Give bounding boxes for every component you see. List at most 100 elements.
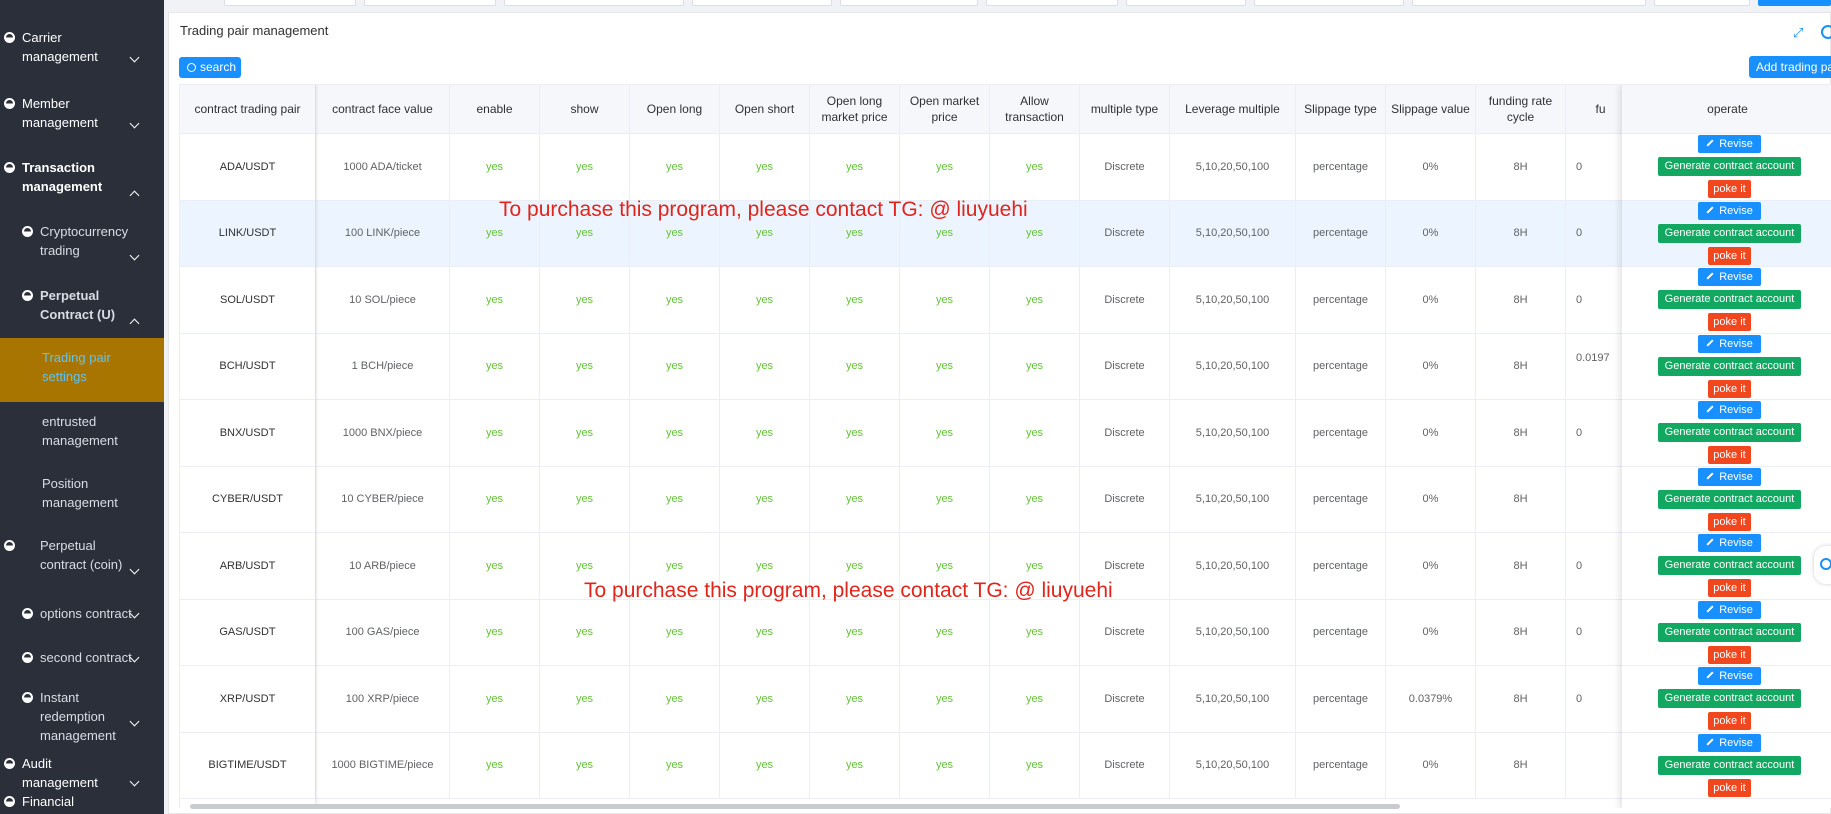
sidebar-item[interactable]: Carrier management [0,18,164,78]
revise-button[interactable]: Revise [1698,201,1761,220]
tab[interactable] [224,0,356,6]
funding-cycle-cell: 8H [1476,134,1566,200]
enable-cell: yes [450,333,540,399]
revise-button[interactable]: Revise [1698,135,1761,153]
search-icon[interactable] [1821,25,1831,39]
pair-cell: GAS/USDT [180,599,316,665]
table-row[interactable]: BCH/USDT 1 BCH/piece yes yes yes yes yes yes yes… [180,333,1831,400]
revise-label: Revise [1719,537,1753,549]
search-icon [187,63,196,72]
tab[interactable] [1654,0,1750,6]
revise-button[interactable]: Revise [1698,600,1761,619]
table-row[interactable]: ADA/USDT 1000 ADA/ticket yes yes yes yes yes ye… [180,134,1831,201]
sidebar-item-label: Member management [22,96,98,130]
sidebar-item[interactable]: Position management [0,464,164,526]
sidebar-item[interactable]: Cryptocurrency trading [0,212,164,276]
generate-contract-account-button[interactable]: Generate contract account [1658,689,1801,708]
help-icon [1820,558,1831,570]
open-market-cell: yes [900,134,990,200]
open-short-cell: yes [720,134,810,200]
generate-contract-account-button[interactable]: Generate contract account [1658,489,1801,509]
table-row[interactable]: SOL/USDT 10 SOL/piece yes yes yes yes yes yes ye… [180,267,1831,334]
table-row[interactable]: GAS/USDT 100 GAS/piece yes yes yes yes yes yes y… [180,599,1831,666]
floating-helper[interactable] [1814,546,1831,584]
poke-button[interactable]: poke it [1708,379,1751,398]
search-button[interactable]: search [179,57,241,78]
tab-active[interactable] [1758,0,1831,6]
generate-contract-account-button[interactable]: Generate contract account [1658,423,1801,442]
revise-button[interactable]: Revise [1698,534,1761,552]
sidebar-item[interactable]: second contract [0,634,164,678]
table-row[interactable]: XRP/USDT 100 XRP/piece yes yes yes yes yes yes y… [180,666,1831,733]
sidebar-item-label: Transaction management [22,160,103,194]
show-cell: yes [540,599,630,665]
tab[interactable] [504,0,684,6]
allow-transaction-cell: yes [990,134,1080,200]
sidebar-item[interactable]: Transaction management [0,148,164,212]
poke-button[interactable]: poke it [1708,313,1751,331]
tab[interactable] [692,0,832,6]
generate-contract-account-button[interactable]: Generate contract account [1658,356,1801,376]
generate-contract-account-button[interactable]: Generate contract account [1658,622,1801,642]
funding-cycle-cell: 8H [1476,599,1566,665]
tab[interactable] [1126,0,1246,6]
open-market-cell: yes [900,732,990,798]
poke-button[interactable]: poke it [1708,579,1751,597]
generate-contract-account-button[interactable]: Generate contract account [1658,755,1801,775]
funding-cycle-cell: 8H [1476,466,1566,532]
fullscreen-icon[interactable]: ⤢ [1793,26,1805,39]
tab[interactable] [840,0,978,6]
menu-circle-icon [22,692,33,703]
poke-button[interactable]: poke it [1708,446,1751,464]
column-header: show [540,85,630,134]
poke-button[interactable]: poke it [1708,246,1751,265]
column-header: Open long market price [810,85,900,134]
revise-button[interactable]: Revise [1698,667,1761,685]
add-trading-pair-button[interactable]: Add trading pair [1749,56,1831,78]
sidebar-item[interactable]: Financial [0,786,164,814]
poke-button[interactable]: poke it [1708,512,1751,531]
table-row[interactable]: CYBER/USDT 10 CYBER/piece yes yes yes yes yes y… [180,466,1831,533]
leverage-cell: 5,10,20,50,100 [1170,200,1296,266]
operate-cell: Revise Generate contract account poke it [1622,400,1831,467]
tab[interactable] [986,0,1118,6]
sidebar-item[interactable]: Perpetual Contract (U) [0,276,164,340]
generate-contract-account-button[interactable]: Generate contract account [1658,157,1801,176]
revise-button[interactable]: Revise [1698,401,1761,419]
sidebar-item[interactable]: options contract [0,590,164,634]
sidebar-item[interactable]: Perpetual contract (coin) [0,526,164,590]
edit-icon [1706,737,1714,746]
funding-cycle-cell: 8H [1476,666,1566,732]
revise-button[interactable]: Revise [1698,467,1761,486]
poke-button[interactable]: poke it [1708,180,1751,198]
poke-button[interactable]: poke it [1708,645,1751,664]
generate-contract-account-button[interactable]: Generate contract account [1658,223,1801,243]
tab[interactable] [1412,0,1646,6]
generate-contract-account-button[interactable]: Generate contract account [1658,556,1801,575]
sidebar-item[interactable]: Member management [0,84,164,144]
poke-button[interactable]: poke it [1708,778,1751,797]
pair-cell: ARB/USDT [180,533,316,599]
sidebar-item[interactable]: entrusted management [0,402,164,464]
sidebar-item[interactable]: Trading pair settings [0,338,164,402]
generate-contract-account-button[interactable]: Generate contract account [1658,290,1801,309]
column-header: Open market price [900,85,990,134]
tab[interactable] [1254,0,1404,6]
table-row[interactable]: BNX/USDT 1000 BNX/piece yes yes yes yes yes yes… [180,400,1831,467]
open-market-cell: yes [900,666,990,732]
table-row[interactable]: BIGTIME/USDT 1000 BIGTIME/piece yes yes yes y… [180,732,1831,799]
slippage-value-cell: 0% [1386,400,1476,466]
revise-button[interactable]: Revise [1698,268,1761,286]
column-header: Allow transaction [990,85,1080,134]
slippage-value-cell: 0% [1386,466,1476,532]
open-short-cell: yes [720,599,810,665]
revise-button[interactable]: Revise [1698,334,1761,353]
open-short-cell: yes [720,666,810,732]
operate-cell: Revise Generate contract account poke it [1622,134,1831,201]
tab[interactable] [364,0,496,6]
revise-button[interactable]: Revise [1698,733,1761,752]
poke-button[interactable]: poke it [1708,712,1751,730]
show-cell: yes [540,732,630,798]
sidebar-item[interactable]: Instant redemption management [0,678,164,743]
horizontal-scrollbar[interactable] [190,804,1400,809]
